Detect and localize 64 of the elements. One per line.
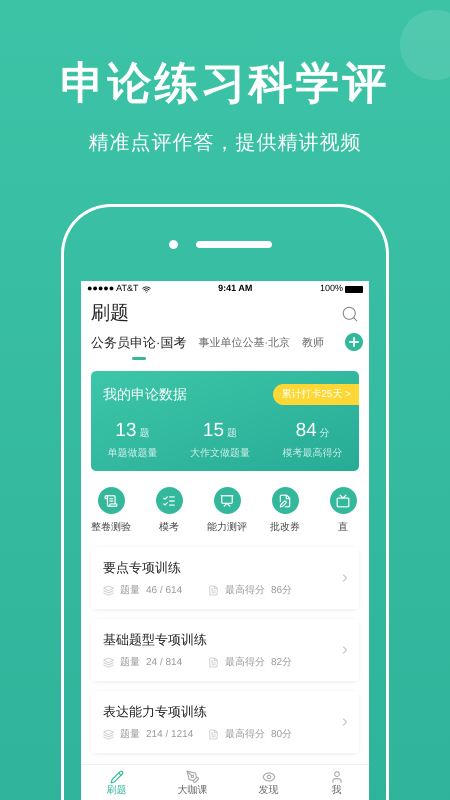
nav-tab[interactable]: 大咖课 xyxy=(178,770,208,796)
person-icon xyxy=(330,770,344,784)
status-time: 9:41 AM xyxy=(218,282,252,296)
battery-icon xyxy=(345,286,363,292)
wifi-icon xyxy=(142,284,151,294)
stat-unit: 题 xyxy=(227,427,238,441)
stat-label: 单题做题量 xyxy=(107,446,158,460)
shortcut-icon xyxy=(220,494,234,508)
stat-unit: 题 xyxy=(139,427,150,441)
stat-unit: 分 xyxy=(320,427,330,441)
nav-tab[interactable]: 我 xyxy=(330,770,344,796)
shortcut-button[interactable]: 模考 xyxy=(149,487,189,535)
shortcut-icon xyxy=(162,494,176,508)
document-icon xyxy=(208,585,219,596)
shortcut-button[interactable]: 能力测评 xyxy=(207,487,247,535)
course-title: 基础题型专项训练 xyxy=(103,630,208,649)
stat-value: 15 xyxy=(202,419,224,443)
count-label: 题量 xyxy=(120,728,140,742)
search-icon[interactable] xyxy=(341,305,359,323)
shortcut-button[interactable]: 整卷测验 xyxy=(91,487,131,535)
card-title: 我的申论数据 xyxy=(103,385,187,404)
pen-nib-icon xyxy=(186,770,200,784)
score-value: 82分 xyxy=(271,656,292,670)
document-icon xyxy=(208,729,219,740)
stat-value: 13 xyxy=(115,419,136,443)
shortcut-button[interactable]: 直 xyxy=(323,487,363,535)
battery-level: 100% xyxy=(320,282,343,296)
count-label: 题量 xyxy=(120,656,140,670)
document-icon xyxy=(208,657,219,668)
stat-label: 大作文做题量 xyxy=(190,446,250,460)
pencil-icon xyxy=(110,770,124,784)
layers-icon xyxy=(103,585,114,596)
score-value: 86分 xyxy=(271,584,292,598)
stat-value: 84 xyxy=(296,419,317,443)
shortcut-icon xyxy=(278,494,292,508)
shortcut-icon xyxy=(336,494,350,508)
course-title: 要点专项训练 xyxy=(103,558,182,577)
carrier-label: ●●●●● AT&T xyxy=(87,282,151,296)
count-value: 214 / 1214 xyxy=(146,728,194,742)
add-icon[interactable] xyxy=(345,333,363,351)
shortcut-button[interactable]: 批改券 xyxy=(265,487,305,535)
course-card[interactable]: 要点专项训练 题量 46 / 614 最高得分 86分 xyxy=(91,547,359,609)
eye-icon xyxy=(262,770,276,784)
category-tab[interactable]: 公务员申论·国考 xyxy=(91,333,186,360)
count-label: 题量 xyxy=(120,584,140,598)
category-tab[interactable]: 事业单位公基·北京 xyxy=(198,335,290,358)
score-value: 80分 xyxy=(271,728,292,742)
category-tab[interactable]: 教师 xyxy=(302,335,324,358)
count-value: 24 / 814 xyxy=(146,656,184,670)
nav-tab[interactable]: 发现 xyxy=(258,770,278,796)
count-value: 46 / 614 xyxy=(146,584,184,598)
score-label: 最高得分 xyxy=(225,584,265,598)
score-label: 最高得分 xyxy=(225,656,265,670)
course-title: 表达能力专项训练 xyxy=(103,702,208,721)
subtitle: 精准点评作答，提供精讲视频 xyxy=(88,131,362,156)
score-label: 最高得分 xyxy=(225,728,265,742)
headline: 申论练习科学评 xyxy=(60,62,390,106)
course-card[interactable]: 表达能力专项训练 题量 214 / 1214 最高得分 80分 xyxy=(91,691,359,753)
layers-icon xyxy=(103,729,114,740)
course-card[interactable]: 基础题型专项训练 题量 24 / 814 最高得分 82分 xyxy=(91,619,359,681)
page-title: 刷题 xyxy=(91,302,129,326)
shortcut-icon xyxy=(104,494,118,508)
stat-label: 模考最高得分 xyxy=(282,446,343,460)
layers-icon xyxy=(103,657,114,668)
